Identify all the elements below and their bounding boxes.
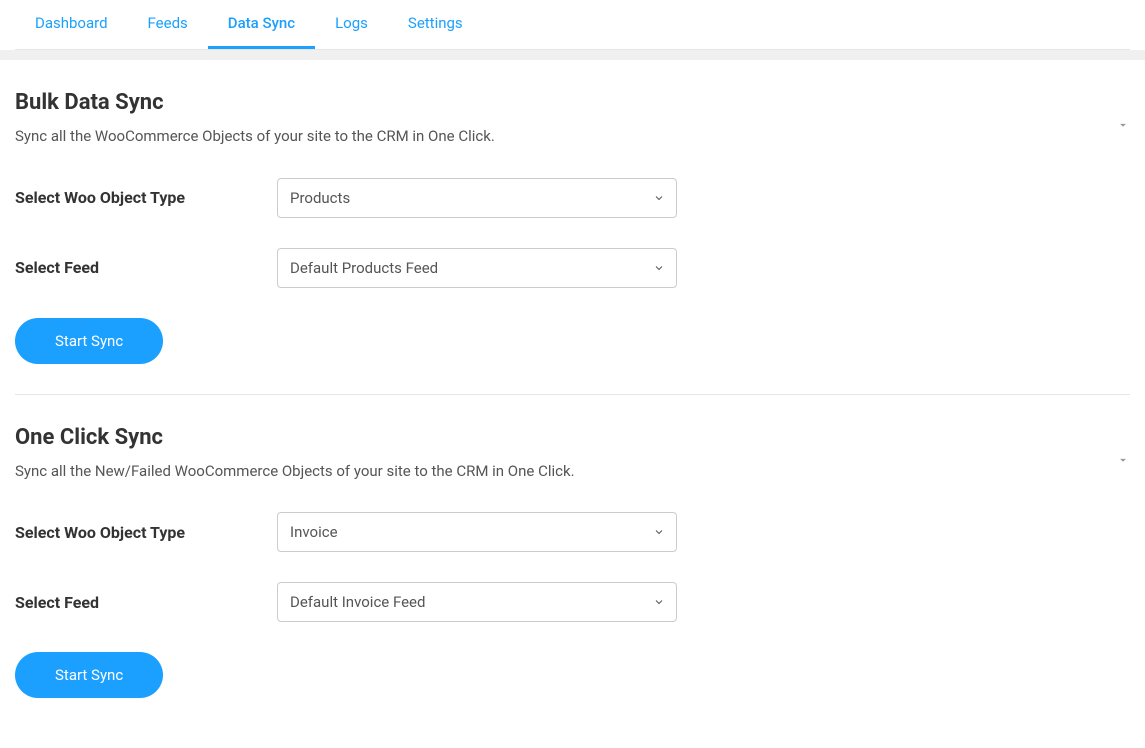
bulk-sync-description: Sync all the WooCommerce Objects of your… [15, 125, 1116, 148]
bulk-object-type-label: Select Woo Object Type [15, 188, 277, 207]
bulk-data-sync-section: Bulk Data Sync Sync all the WooCommerce … [15, 90, 1130, 394]
tab-data-sync[interactable]: Data Sync [208, 0, 315, 49]
one-click-feed-label: Select Feed [15, 593, 277, 612]
bulk-feed-select[interactable]: Default Products Feed [277, 248, 677, 288]
tab-settings[interactable]: Settings [388, 0, 483, 49]
one-click-object-type-select[interactable]: Invoice [277, 512, 677, 552]
one-click-object-type-label: Select Woo Object Type [15, 523, 277, 542]
one-click-start-sync-button[interactable]: Start Sync [15, 652, 163, 698]
one-click-title: One Click Sync [15, 425, 1116, 450]
collapse-toggle-icon[interactable] [1116, 425, 1130, 471]
one-click-feed-select[interactable]: Default Invoice Feed [277, 582, 677, 622]
bulk-start-sync-button[interactable]: Start Sync [15, 318, 163, 364]
bulk-feed-label: Select Feed [15, 258, 277, 277]
tabs-nav: Dashboard Feeds Data Sync Logs Settings [15, 0, 1130, 50]
tab-feeds[interactable]: Feeds [128, 0, 208, 49]
one-click-sync-section: One Click Sync Sync all the New/Failed W… [15, 394, 1130, 729]
collapse-toggle-icon[interactable] [1116, 90, 1130, 136]
tab-logs[interactable]: Logs [315, 0, 388, 49]
one-click-description: Sync all the New/Failed WooCommerce Obje… [15, 460, 1116, 483]
bulk-object-type-select[interactable]: Products [277, 178, 677, 218]
bulk-sync-title: Bulk Data Sync [15, 90, 1116, 115]
tab-dashboard[interactable]: Dashboard [15, 0, 128, 49]
